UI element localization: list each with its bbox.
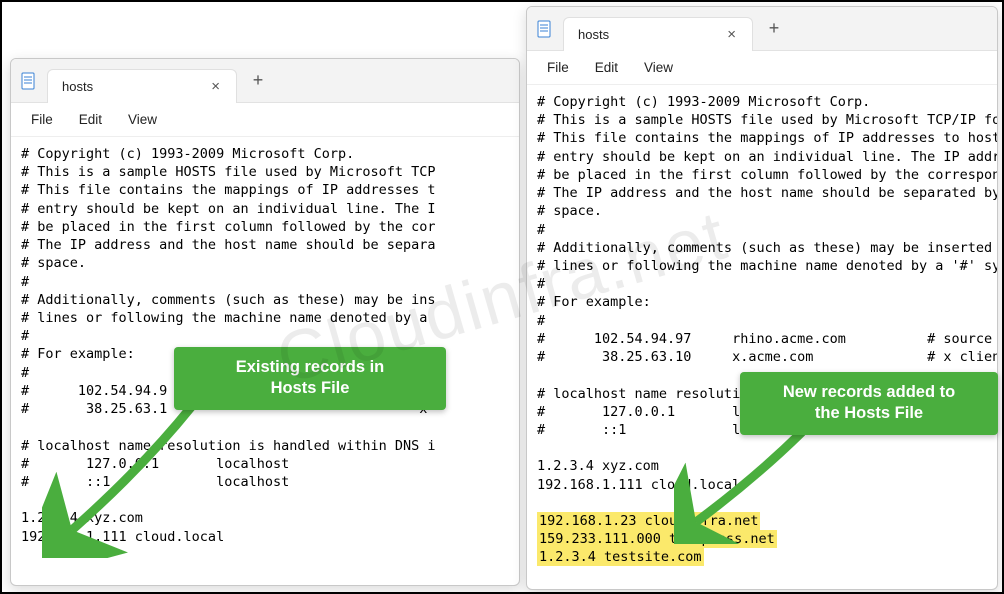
tab-title: hosts [62, 79, 205, 94]
menu-edit[interactable]: Edit [67, 107, 114, 132]
titlebar: hosts × + [527, 7, 997, 51]
titlebar: hosts × + [11, 59, 519, 103]
close-tab-icon[interactable]: × [721, 24, 742, 45]
menu-view[interactable]: View [116, 107, 169, 132]
new-tab-button[interactable]: + [243, 66, 273, 96]
tab-title: hosts [578, 27, 721, 42]
callout-text-line: New records added to [783, 383, 955, 401]
arrow-new-records [674, 424, 814, 544]
notepad-icon [535, 20, 553, 38]
callout-new-records: New records added to the Hosts File [740, 372, 998, 435]
new-tab-button[interactable]: + [759, 14, 789, 44]
notepad-icon [19, 72, 37, 90]
menu-view[interactable]: View [632, 55, 685, 80]
tab-hosts[interactable]: hosts × [563, 17, 753, 51]
close-tab-icon[interactable]: × [205, 76, 226, 97]
arrow-existing-records [42, 398, 202, 558]
menubar: File Edit View [527, 51, 997, 85]
menubar: File Edit View [11, 103, 519, 137]
highlighted-line: 1.2.3.4 testsite.com [537, 548, 704, 566]
menu-edit[interactable]: Edit [583, 55, 630, 80]
menu-file[interactable]: File [19, 107, 65, 132]
callout-text-line: Existing records in [236, 358, 385, 376]
tab-hosts[interactable]: hosts × [47, 69, 237, 103]
menu-file[interactable]: File [535, 55, 581, 80]
callout-existing-records: Existing records in Hosts File [174, 347, 446, 410]
callout-text-line: Hosts File [271, 379, 350, 397]
callout-text-line: the Hosts File [815, 404, 923, 422]
